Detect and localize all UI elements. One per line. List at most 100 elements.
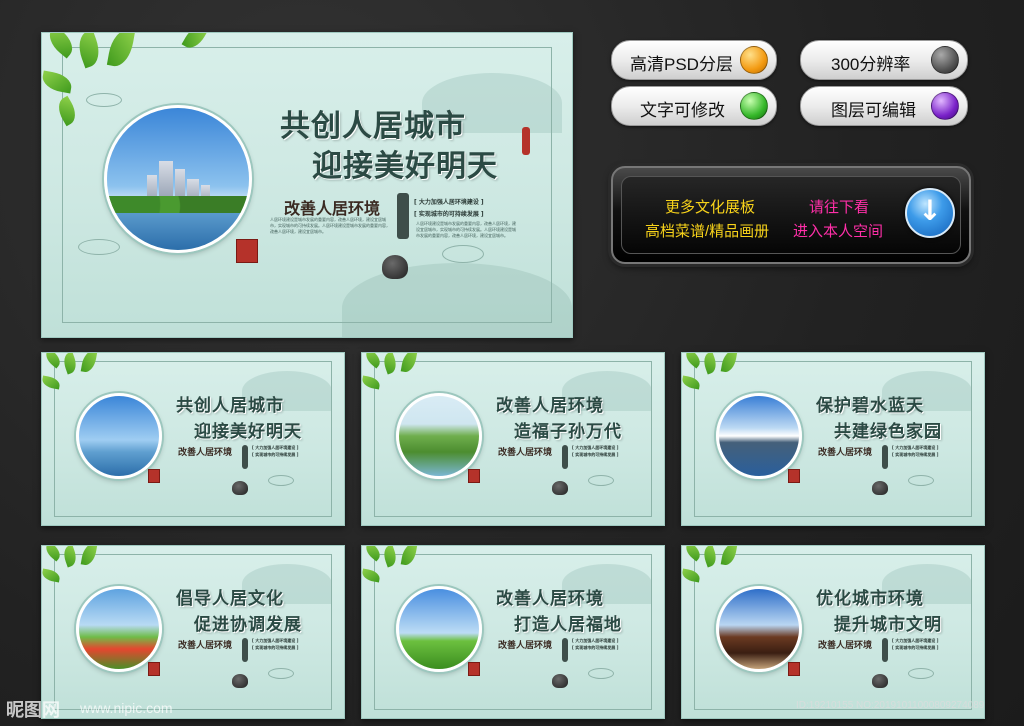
thumb-tag-2: [ 实现城市的可持续发展 ] [252,452,299,457]
arrow-down-icon[interactable]: ↓ [905,188,955,238]
thumb-headline-line1: 倡导人居文化 [176,589,284,609]
leaf-decoration [362,353,384,369]
leaf-decoration [362,568,381,583]
thumb-headline-line2: 打造人居福地 [514,615,622,635]
cloud-pattern [588,475,614,486]
banner-look-below[interactable]: 请往下看 [809,196,869,217]
vertical-seal [562,445,568,469]
leaf-decoration [682,375,701,390]
cloud-pattern [442,245,484,263]
scene-photo [396,586,482,672]
thumb-tag-1: [ 大力加强人居环境建设 ] [252,638,299,643]
banner-more-boards[interactable]: 更多文化展板 [665,196,755,217]
main-paragraph-left: 人居环境建设是城市发展的重要内容，改善人居环境，建设宜居城市，实现城市的可持续发… [270,217,390,234]
leaf-decoration [362,375,381,390]
leaf-decoration [380,546,400,568]
purple-dot-icon [931,92,959,120]
vertical-seal [882,445,888,469]
leaf-decoration [682,353,704,369]
leaf-decoration [682,568,701,583]
scene-photo [396,393,482,479]
leaf-decoration [80,546,98,567]
main-headline-line1: 共创人居城市 [280,109,466,144]
feature-label: 高清PSD分层 [630,55,733,74]
thumb-headline-line1: 改善人居环境 [496,589,604,609]
image-id: ID:19210155 NO:20191011000809274089 [796,700,985,711]
leaf-decoration [43,33,79,59]
banner-my-space[interactable]: 进入本人空间 [793,220,883,241]
thumb-tag-1: [ 大力加强人居环境建设 ] [572,638,619,643]
leaf-decoration [80,353,98,374]
thumbnail-card[interactable]: 共创人居城市 迎接美好明天 改善人居环境 [ 大力加强人居环境建设 ] [ 实现… [41,352,345,526]
leaf-decoration [400,353,418,374]
vertical-seal [522,127,530,155]
main-tag-2: [ 实现城市的可持续发展 ] [414,211,484,218]
thumbnail-card[interactable]: 倡导人居文化 促进协调发展 改善人居环境 [ 大力加强人居环境建设 ] [ 实现… [41,545,345,719]
thumb-headline-line2: 造福子孙万代 [514,422,622,442]
thumb-subtitle: 改善人居环境 [818,641,873,651]
banner-menus-albums[interactable]: 高档菜谱/精品画册 [645,220,769,241]
leaf-decoration [60,353,80,375]
feature-pill-text: 文字可修改 [611,86,777,126]
vertical-seal [562,638,568,662]
thumb-tag-2: [ 实现城市的可持续发展 ] [252,645,299,650]
more-designs-banner[interactable]: 更多文化展板 请往下看 高档菜谱/精品画册 进入本人空间 ↓ [611,166,971,264]
scene-photo [716,393,802,479]
green-dot-icon [740,92,768,120]
cloud-pattern [268,475,294,486]
thumb-subtitle: 改善人居环境 [818,448,873,458]
thumb-headline-line1: 改善人居环境 [496,396,604,416]
nipic-url: www.nipic.com [80,700,173,716]
leaf-decoration [181,33,209,53]
scene-photo [76,586,162,672]
thumb-tag-2: [ 实现城市的可持续发展 ] [572,645,619,650]
leaf-decoration [720,353,738,374]
cloud-pattern [268,668,294,679]
thumb-subtitle: 改善人居环境 [498,448,553,458]
thumb-subtitle: 改善人居环境 [178,448,233,458]
leaf-decoration [42,568,61,583]
thumbnail-card[interactable]: 优化城市环境 提升城市文明 改善人居环境 [ 大力加强人居环境建设 ] [ 实现… [681,545,985,719]
red-seal-stamp [468,469,480,483]
mountain-silhouette [342,263,572,337]
thumb-headline-line1: 保护碧水蓝天 [816,396,924,416]
feature-pill-layers: 图层可编辑 [800,86,968,126]
city-photo [104,105,252,253]
main-subtitle: 改善人居环境 [284,199,381,218]
leaf-decoration [73,33,105,69]
leaf-decoration [682,546,704,562]
thumbnail-card[interactable]: 保护碧水蓝天 共建绿色家园 改善人居环境 [ 大力加强人居环境建设 ] [ 实现… [681,352,985,526]
leaf-decoration [720,546,738,567]
bronze-vessel-icon [232,674,248,688]
feature-pill-resolution: 300分辨率 [800,40,968,80]
vertical-seal [242,638,248,662]
bronze-vessel-icon [552,481,568,495]
thumb-tag-1: [ 大力加强人居环境建设 ] [892,638,939,643]
leaf-decoration [42,375,61,390]
cloud-pattern [908,475,934,486]
feature-label: 300分辨率 [831,55,911,74]
bronze-vessel-icon [382,255,408,279]
leaf-decoration [700,353,720,375]
feature-pill-psd: 高清PSD分层 [611,40,777,80]
red-seal-stamp [236,239,258,263]
vertical-seal [242,445,248,469]
thumb-tag-1: [ 大力加强人居环境建设 ] [572,445,619,450]
thumb-headline-line2: 迎接美好明天 [194,422,302,442]
thumb-headline-line2: 提升城市文明 [834,615,942,635]
thumb-tag-2: [ 实现城市的可持续发展 ] [892,645,939,650]
red-seal-stamp [468,662,480,676]
red-seal-stamp [788,662,800,676]
thumbnail-card[interactable]: 改善人居环境 打造人居福地 改善人居环境 [ 大力加强人居环境建设 ] [ 实现… [361,545,665,719]
thumbnail-card[interactable]: 改善人居环境 造福子孙万代 改善人居环境 [ 大力加强人居环境建设 ] [ 实现… [361,352,665,526]
red-seal-stamp [148,469,160,483]
thumb-tag-2: [ 实现城市的可持续发展 ] [892,452,939,457]
thumb-tag-2: [ 实现城市的可持续发展 ] [572,452,619,457]
thumb-tag-1: [ 大力加强人居环境建设 ] [252,445,299,450]
feature-label: 文字可修改 [640,101,725,120]
scene-photo [716,586,802,672]
leaf-decoration [700,546,720,568]
nipic-logo: 昵图网 [6,700,60,720]
leaf-decoration [60,546,80,568]
thumb-headline-line2: 促进协调发展 [194,615,302,635]
